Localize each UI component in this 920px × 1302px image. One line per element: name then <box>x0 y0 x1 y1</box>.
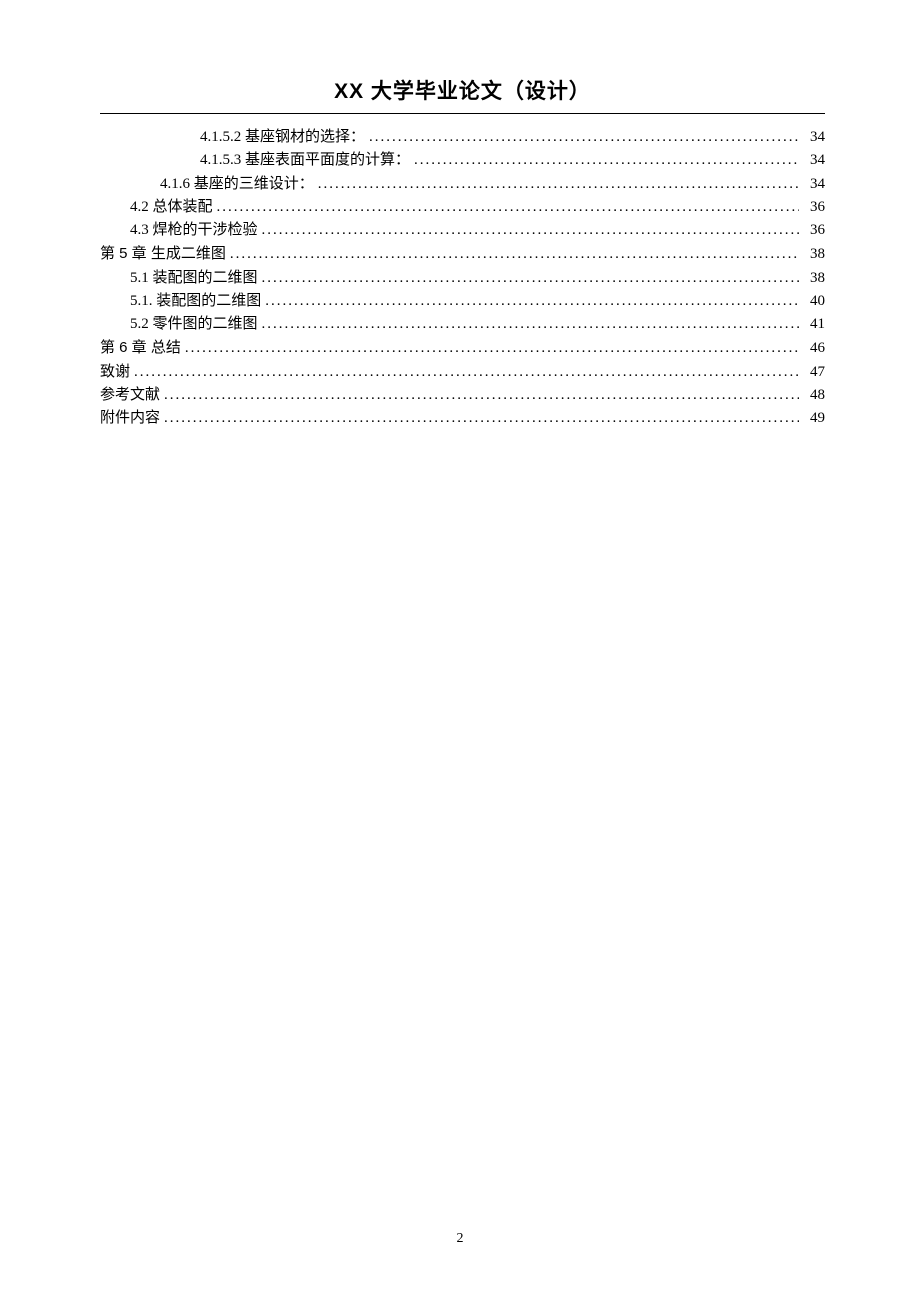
toc-entry-label: 参考文献 <box>100 384 160 407</box>
toc-leader-dots <box>181 337 803 360</box>
toc-entry-page: 48 <box>803 384 825 407</box>
toc-entry: 第 6 章 总结 46 <box>100 336 825 360</box>
toc-entry-page: 40 <box>803 290 825 313</box>
toc-entry-page: 46 <box>803 337 825 360</box>
toc-entry: 第 5 章 生成二维图 38 <box>100 242 825 266</box>
toc-entry-page: 38 <box>803 267 825 290</box>
toc-entry-label: 4.1.5.2 基座钢材的选择： <box>200 126 365 149</box>
toc-entry: 4.3 焊枪的干涉检验 36 <box>100 219 825 242</box>
toc-leader-dots <box>258 313 803 336</box>
toc-entry: 参考文献 48 <box>100 384 825 407</box>
toc-entry-page: 36 <box>803 219 825 242</box>
toc-entry-label: 5.2 零件图的二维图 <box>130 313 258 336</box>
toc-leader-dots <box>314 173 803 196</box>
toc-entry-label: 5.1. 装配图的二维图 <box>130 290 261 313</box>
toc-entry-page: 41 <box>803 313 825 336</box>
page-title: XX 大学毕业论文（设计） <box>100 75 825 113</box>
toc-leader-dots <box>258 219 803 242</box>
toc-entry-page: 34 <box>803 149 825 172</box>
toc-entry: 5.2 零件图的二维图 41 <box>100 313 825 336</box>
toc-leader-dots <box>226 243 803 266</box>
toc-entry: 4.2 总体装配 36 <box>100 196 825 219</box>
toc-entry-page: 34 <box>803 126 825 149</box>
toc-leader-dots <box>258 267 803 290</box>
toc-leader-dots <box>213 196 803 219</box>
toc-entry-label: 附件内容 <box>100 407 160 430</box>
toc-entry-label: 4.1.5.3 基座表面平面度的计算： <box>200 149 410 172</box>
toc-entry: 致谢 47 <box>100 361 825 384</box>
toc-entry: 4.1.6 基座的三维设计： 34 <box>100 173 825 196</box>
toc-entry: 4.1.5.2 基座钢材的选择： 34 <box>100 126 825 149</box>
table-of-contents: 4.1.5.2 基座钢材的选择：344.1.5.3 基座表面平面度的计算：344… <box>100 126 825 430</box>
toc-entry-label: 致谢 <box>100 361 130 384</box>
toc-leader-dots <box>261 290 803 313</box>
toc-leader-dots <box>130 361 803 384</box>
toc-entry: 4.1.5.3 基座表面平面度的计算： 34 <box>100 149 825 172</box>
toc-entry-label: 4.1.6 基座的三维设计： <box>160 173 314 196</box>
toc-entry-page: 49 <box>803 407 825 430</box>
toc-entry-label: 第 6 章 总结 <box>100 336 181 359</box>
toc-entry-label: 4.3 焊枪的干涉检验 <box>130 219 258 242</box>
title-underline <box>100 113 825 114</box>
toc-leader-dots <box>365 126 803 149</box>
toc-leader-dots <box>410 149 803 172</box>
toc-entry-label: 4.2 总体装配 <box>130 196 213 219</box>
toc-entry-label: 第 5 章 生成二维图 <box>100 242 226 265</box>
toc-entry-page: 36 <box>803 196 825 219</box>
toc-entry-label: 5.1 装配图的二维图 <box>130 267 258 290</box>
toc-leader-dots <box>160 384 803 407</box>
toc-entry: 附件内容 49 <box>100 407 825 430</box>
toc-entry-page: 34 <box>803 173 825 196</box>
toc-leader-dots <box>160 407 803 430</box>
page-number: 2 <box>0 1231 920 1247</box>
toc-entry: 5.1. 装配图的二维图 40 <box>100 290 825 313</box>
toc-entry-page: 38 <box>803 243 825 266</box>
toc-entry: 5.1 装配图的二维图 38 <box>100 267 825 290</box>
toc-entry-page: 47 <box>803 361 825 384</box>
